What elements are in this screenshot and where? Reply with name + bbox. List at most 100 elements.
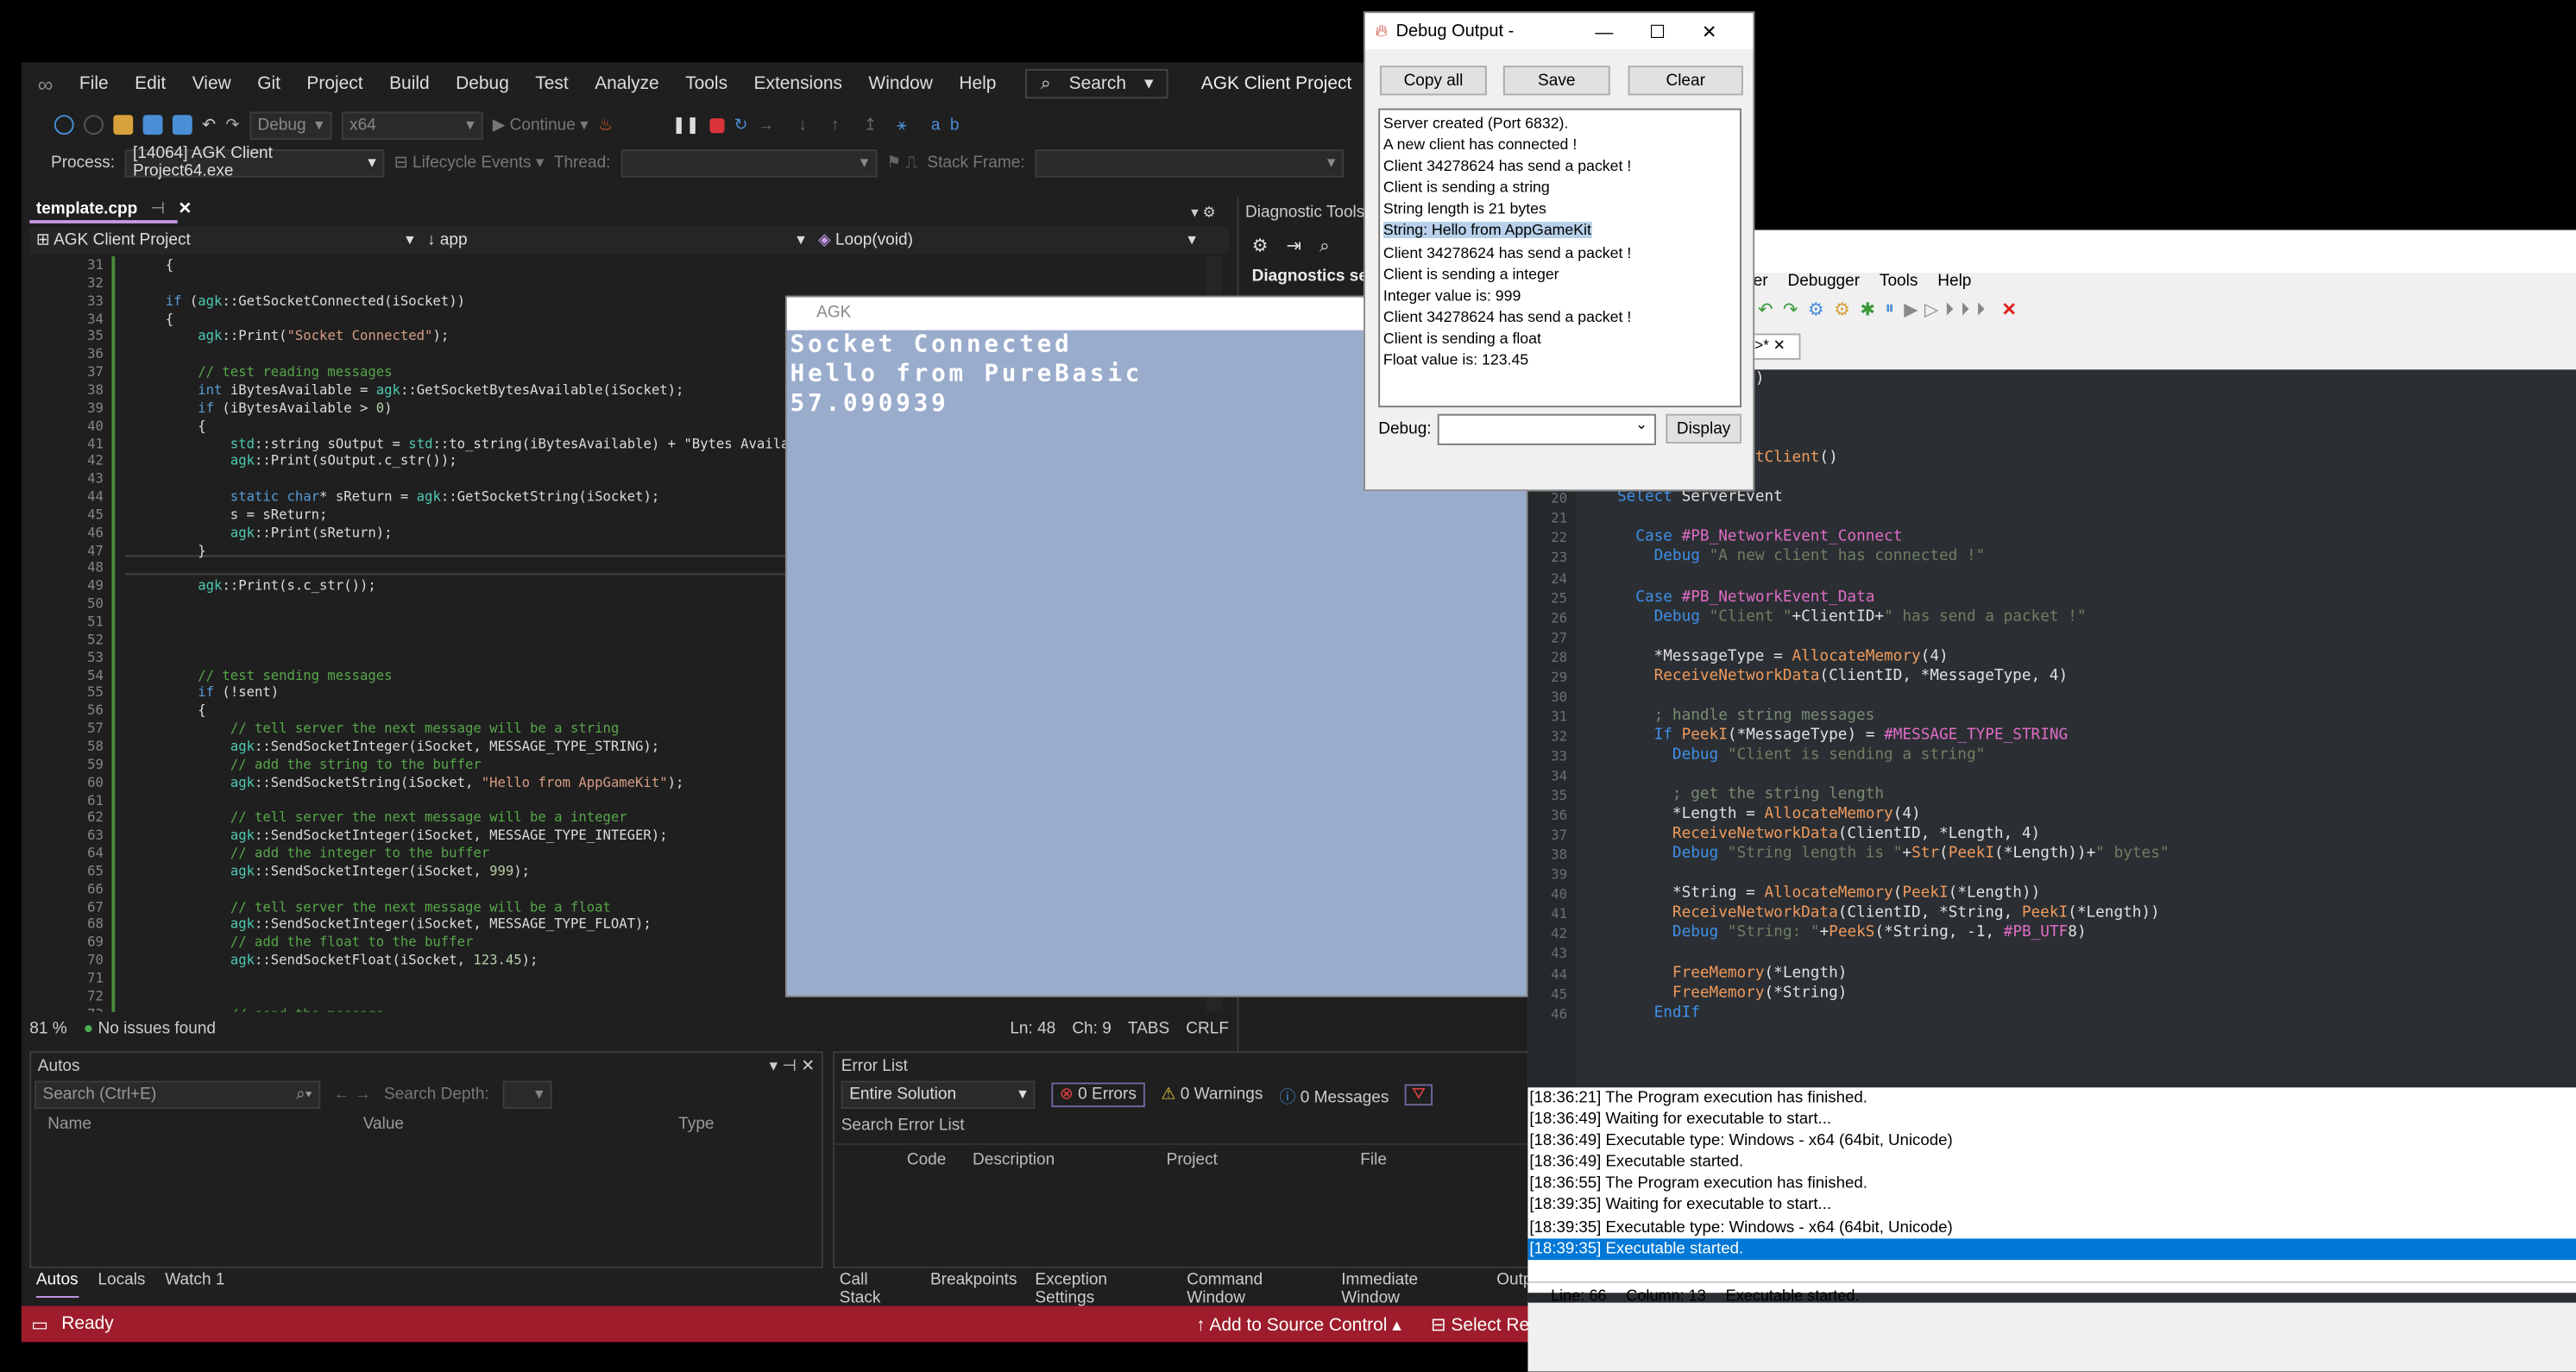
debug-icon[interactable]: ✱ xyxy=(1860,299,1875,324)
code-line[interactable]: if (!sent) xyxy=(133,684,279,702)
pb-code-line[interactable]: FreeMemory(*String) xyxy=(1580,983,1847,1003)
menu-analyze[interactable]: Analyze xyxy=(582,74,672,94)
code-line[interactable]: // add the float to the buffer xyxy=(133,934,474,952)
tabs-indicator[interactable]: TABS xyxy=(1128,1019,1169,1037)
debug-line[interactable]: Float value is: 123.45 xyxy=(1383,350,1736,372)
col-file[interactable]: File xyxy=(1360,1151,1387,1169)
menu-tools[interactable]: Tools xyxy=(672,74,740,94)
code-line[interactable]: agk::SendSocketInteger(iSocket, MESSAGE_… xyxy=(133,916,652,934)
pb-menu-help[interactable]: Help xyxy=(1937,273,1971,296)
stop-icon[interactable] xyxy=(709,117,725,133)
menu-edit[interactable]: Edit xyxy=(122,74,180,94)
save-icon[interactable] xyxy=(142,115,163,135)
code-line[interactable]: { xyxy=(133,702,205,720)
pb-code-line[interactable]: If PeekI(*MessageType) = #MESSAGE_TYPE_S… xyxy=(1580,726,2069,746)
menu-window[interactable]: Window xyxy=(855,74,946,94)
debug-line[interactable]: Client 34278624 has send a packet ! xyxy=(1383,156,1736,178)
clear-button[interactable]: Clear xyxy=(1628,66,1743,96)
pb-code-line[interactable]: Debug "String length is "+Str(PeekI(*Len… xyxy=(1580,845,2170,865)
code-line[interactable]: { xyxy=(133,310,173,328)
search-box[interactable]: ⌕ Search ▾ xyxy=(1025,68,1168,99)
code-line[interactable]: agk::SendSocketString(iSocket, "Hello fr… xyxy=(133,773,684,791)
pb-menu-tools[interactable]: Tools xyxy=(1880,273,1918,296)
redo-icon[interactable]: ↷ xyxy=(226,116,240,134)
flag-icon[interactable]: ⚑ ⎍ xyxy=(886,154,917,172)
menu-view[interactable]: View xyxy=(179,74,243,94)
tab-dropdown-icon[interactable]: ▾ ⚙ xyxy=(1191,204,1216,222)
issues-status[interactable]: ● No issues found xyxy=(84,1019,216,1037)
save-all-icon[interactable] xyxy=(172,115,192,135)
pb-code-line[interactable]: FreeMemory(*Length) xyxy=(1580,964,1847,984)
col-description[interactable]: Description xyxy=(973,1151,1167,1169)
debug-line[interactable]: Client 34278624 has send a packet ! xyxy=(1383,242,1736,264)
debug-output-list[interactable]: Server created (Port 6832). A new client … xyxy=(1378,108,1741,408)
code-line[interactable]: if (agk::GetSocketConnected(iSocket)) xyxy=(133,292,465,310)
search-depth-select[interactable]: ▾ xyxy=(501,1080,552,1109)
nav-function[interactable]: ◈ Loop(void) ▾ xyxy=(811,227,1202,255)
col-name[interactable]: Name xyxy=(47,1116,363,1134)
tab-breakpoints[interactable]: Breakpoints xyxy=(930,1271,1017,1297)
debug-input[interactable]: ⌄ xyxy=(1437,413,1656,445)
errors-filter[interactable]: ⊗ 0 Errors xyxy=(1051,1082,1145,1108)
pb-code-line[interactable]: EndIf xyxy=(1580,1003,1700,1023)
code-line[interactable]: agk::SendSocketFloat(iSocket, 123.45); xyxy=(133,952,539,970)
pb-code-line[interactable]: Case #PB_NetworkEvent_Data xyxy=(1580,588,1874,607)
pb-code-line[interactable]: Debug "String: "+PeekS(*String, -1, #PB_… xyxy=(1580,924,2087,944)
debug-line[interactable]: String length is 21 bytes xyxy=(1383,199,1736,221)
col-value[interactable]: Value xyxy=(363,1116,679,1134)
code-line[interactable]: agk::Print(sOutput.c_str()); xyxy=(133,452,457,470)
menu-git[interactable]: Git xyxy=(244,74,293,94)
step-icons[interactable]: ▶▷⏵⏵⏵ xyxy=(1904,299,1992,324)
error-scope-select[interactable]: Entire Solution ▾ xyxy=(841,1080,1036,1109)
pause-icon[interactable]: ⏸ xyxy=(1885,299,1893,324)
debug-line[interactable]: A new client has connected ! xyxy=(1383,135,1736,156)
debug-line[interactable]: Client is sending a string xyxy=(1383,178,1736,199)
restart-icon[interactable]: ↻ xyxy=(734,116,748,134)
undo-icon[interactable]: ↶ xyxy=(1758,299,1773,324)
pb-code-line[interactable]: *Length = AllocateMemory(4) xyxy=(1580,805,1921,825)
tab-command-window[interactable]: Command Window xyxy=(1187,1271,1323,1307)
messages-filter[interactable]: ⓘ 0 Messages xyxy=(1279,1083,1389,1107)
autos-nav-arrows[interactable]: ← → xyxy=(333,1086,370,1104)
pause-icon[interactable]: ❚❚ xyxy=(672,116,700,134)
menu-test[interactable]: Test xyxy=(522,74,582,94)
autos-window-controls[interactable]: ▾ ⊣ ✕ xyxy=(770,1058,816,1076)
thread-select[interactable]: ▾ xyxy=(620,148,877,177)
pb-menu-debugger[interactable]: Debugger xyxy=(1787,273,1860,296)
pb-code-line[interactable]: Case #PB_NetworkEvent_Connect xyxy=(1580,528,1902,548)
pb-code-line[interactable]: *MessageType = AllocateMemory(4) xyxy=(1580,646,1949,666)
tab-immediate-window[interactable]: Immediate Window xyxy=(1341,1271,1478,1307)
pb-code-line[interactable]: Select ServerEvent xyxy=(1580,488,1783,508)
tab-locals[interactable]: Locals xyxy=(98,1271,145,1297)
redo-icon[interactable]: ↷ xyxy=(1783,299,1798,324)
col-code[interactable]: Code xyxy=(907,1151,973,1169)
save-button[interactable]: Save xyxy=(1502,66,1610,96)
autos-search-input[interactable]: Search (Ctrl+E) ⌕▾ xyxy=(34,1080,321,1109)
code-line[interactable]: // test reading messages xyxy=(133,363,392,381)
code-line[interactable]: agk::SendSocketInteger(iSocket, MESSAGE_… xyxy=(133,827,668,845)
undo-icon[interactable]: ↶ xyxy=(202,116,216,134)
stack-frame-select[interactable]: ▾ xyxy=(1035,148,1344,177)
menu-extensions[interactable]: Extensions xyxy=(740,74,855,94)
code-line[interactable]: // tell server the next message will be … xyxy=(133,898,611,916)
pb-code-line[interactable]: ReceiveNetworkData(ClientID, *MessageTyp… xyxy=(1580,666,2068,686)
pb-code-line[interactable]: Debug "Client is sending a string" xyxy=(1580,746,1985,765)
debug-line[interactable]: Client 34278624 has send a packet ! xyxy=(1383,307,1736,329)
zoom-level[interactable]: 81 % xyxy=(29,1019,66,1037)
close-tab-icon[interactable]: ✕ xyxy=(178,199,192,217)
display-button[interactable]: Display xyxy=(1666,413,1741,444)
code-line[interactable]: int iBytesAvailable = agk::GetSocketByte… xyxy=(133,381,683,400)
code-line[interactable]: } xyxy=(133,541,205,559)
code-line[interactable]: agk::Print(s.c_str()); xyxy=(133,577,375,595)
code-line[interactable]: // tell server the next message will be … xyxy=(133,809,627,827)
code-line[interactable]: if (iBytesAvailable > 0) xyxy=(133,399,392,417)
pin-icon[interactable]: ⊣ xyxy=(151,199,166,217)
breakpoint-icons[interactable]: ⚹ ab xyxy=(897,116,969,134)
step-icons[interactable]: → ↓ ↑ ↥ xyxy=(758,116,887,134)
pb-code-line[interactable]: ReceiveNetworkData(ClientID, *Length, 4) xyxy=(1580,825,2040,845)
code-line[interactable]: agk::Print("Socket Connected"); xyxy=(133,328,449,346)
pb-code-line[interactable]: Debug "Client "+ClientID+" has send a pa… xyxy=(1580,607,2087,627)
filter-icon[interactable]: ⛛ xyxy=(1405,1084,1433,1106)
code-line[interactable]: { xyxy=(133,256,173,274)
pb-code-line[interactable]: ; get the string length xyxy=(1580,785,1884,805)
